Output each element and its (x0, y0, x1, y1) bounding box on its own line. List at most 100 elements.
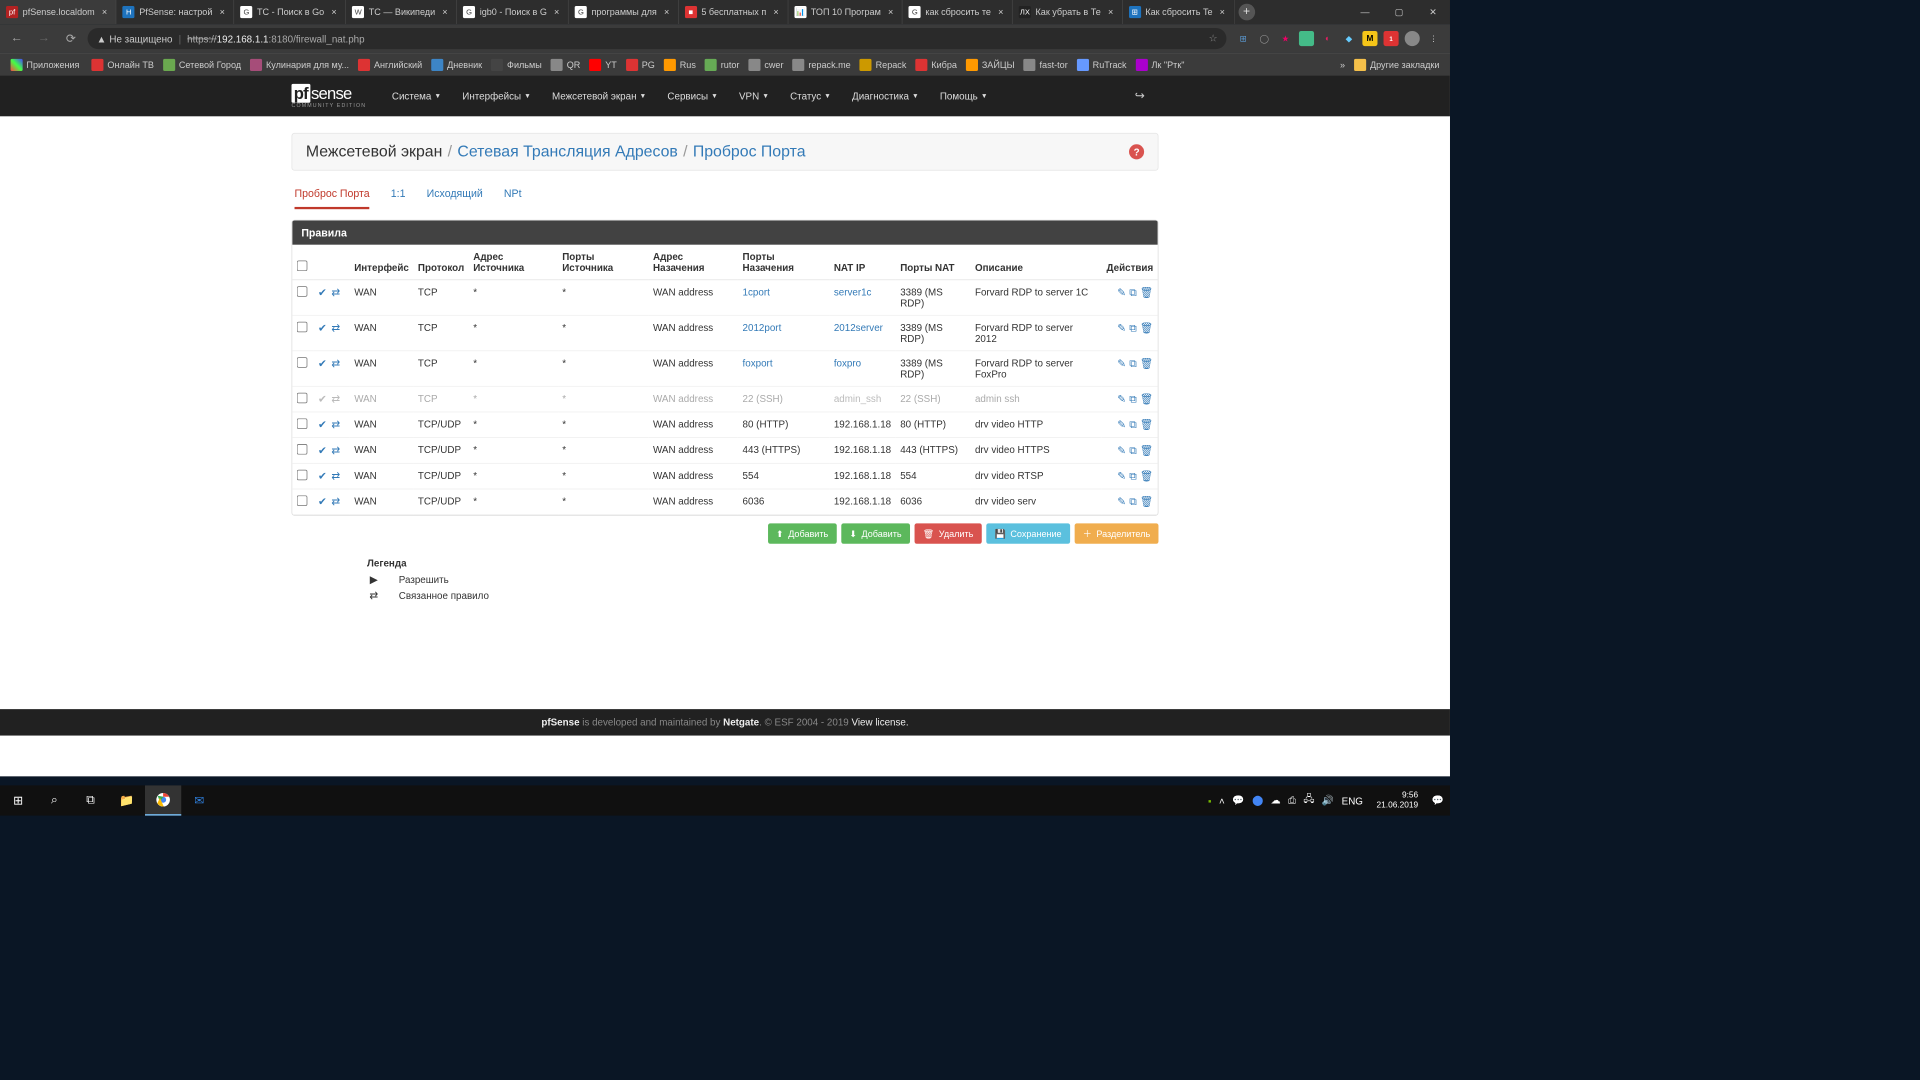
linked-rule-icon[interactable]: ⇄ (331, 286, 340, 299)
bookmark-item[interactable]: rutor (700, 56, 744, 73)
browser-tab[interactable]: Gпрограммы для× (569, 0, 679, 24)
check-icon[interactable]: ✔ (318, 357, 327, 370)
copy-icon[interactable]: ⧉ (1129, 470, 1137, 483)
linked-rule-icon[interactable]: ⇄ (331, 470, 340, 483)
ext-icon[interactable]: 1 (1384, 31, 1399, 46)
linked-rule-icon[interactable]: ⇄ (331, 357, 340, 370)
add-top-button[interactable]: ⬆ Добавить (768, 523, 837, 543)
check-icon[interactable]: ✔ (318, 444, 327, 457)
nav-item[interactable]: Статус ▼ (780, 76, 842, 117)
close-tab-icon[interactable]: × (885, 7, 896, 18)
separator-button[interactable]: ＋ Разделитель (1074, 523, 1158, 543)
check-icon[interactable]: ✔ (318, 286, 327, 299)
ext-icon[interactable]: ★ (1278, 31, 1293, 46)
delete-icon[interactable]: 🗑 (1140, 418, 1153, 431)
tray-volume-icon[interactable]: 🔊 (1322, 794, 1334, 806)
breadcrumb-link-nat[interactable]: Сетевая Трансляция Адресов (457, 143, 677, 161)
table-row[interactable]: ✔⇄ WAN TCP * * WAN address foxport foxpr… (292, 351, 1157, 386)
nav-item[interactable]: Система ▼ (381, 76, 451, 117)
nav-forward[interactable]: → (33, 28, 54, 49)
ext-icon[interactable]: ⊞ (1236, 31, 1251, 46)
ext-icon[interactable]: ◐ (1320, 31, 1335, 46)
nav-item[interactable]: Интерфейсы ▼ (452, 76, 542, 117)
bookmark-item[interactable]: fast-tor (1019, 56, 1072, 73)
delete-icon[interactable]: 🗑 (1140, 357, 1153, 370)
row-checkbox[interactable] (297, 357, 308, 368)
close-tab-icon[interactable]: × (99, 7, 110, 18)
window-minimize[interactable]: ― (1348, 0, 1382, 24)
nav-item[interactable]: Межсетевой экран ▼ (541, 76, 656, 117)
table-row[interactable]: ✔⇄ WAN TCP * * WAN address 2012port 2012… (292, 315, 1157, 350)
tray-icon[interactable]: ⎙ (1288, 794, 1296, 806)
close-tab-icon[interactable]: × (1105, 7, 1116, 18)
breadcrumb-link-portforward[interactable]: Проброс Порта (693, 143, 806, 161)
nav-item[interactable]: VPN ▼ (728, 76, 779, 117)
taskview-button[interactable]: ⧉ (72, 785, 108, 815)
close-tab-icon[interactable]: × (217, 7, 228, 18)
copy-icon[interactable]: ⧉ (1129, 495, 1137, 508)
outlook-icon[interactable]: ✉ (181, 785, 217, 815)
bookmark-item[interactable]: Лк "Ртк" (1131, 56, 1189, 73)
check-icon[interactable]: ✔ (318, 470, 327, 483)
menu-icon[interactable]: ⋮ (1426, 31, 1441, 46)
copy-icon[interactable]: ⧉ (1129, 286, 1137, 299)
table-row[interactable]: ✔⇄ WAN TCP/UDP * * WAN address 554 192.1… (292, 463, 1157, 489)
bookmark-item[interactable]: Кибра (911, 56, 962, 73)
browser-tab[interactable]: Gigb0 - Поиск в G× (457, 0, 569, 24)
copy-icon[interactable]: ⧉ (1129, 444, 1137, 457)
ext-icon[interactable]: M (1362, 31, 1377, 46)
close-tab-icon[interactable]: × (661, 7, 672, 18)
nav-item[interactable]: Сервисы ▼ (657, 76, 729, 117)
bookmark-item[interactable]: Кулинария для му... (246, 56, 354, 73)
browser-tab[interactable]: HPfSense: настрой× (117, 0, 235, 24)
linked-rule-icon[interactable]: ⇄ (331, 495, 340, 508)
delete-icon[interactable]: 🗑 (1140, 470, 1153, 483)
table-row[interactable]: ✔⇄ WAN TCP * * WAN address 1cport server… (292, 280, 1157, 315)
row-checkbox[interactable] (297, 444, 308, 455)
copy-icon[interactable]: ⧉ (1129, 322, 1137, 335)
subtab[interactable]: NPt (504, 187, 522, 209)
linked-rule-icon[interactable]: ⇄ (331, 393, 340, 406)
other-bookmarks[interactable]: Другие закладки (1350, 56, 1444, 73)
browser-tab[interactable]: 📊ТОП 10 Програм× (788, 0, 903, 24)
save-button[interactable]: 💾 Сохранение (986, 523, 1070, 543)
tray-icon[interactable]: ☁ (1271, 794, 1281, 806)
bookmark-item[interactable]: Фильмы (487, 56, 547, 73)
delete-icon[interactable]: 🗑 (1140, 495, 1153, 508)
nav-item[interactable]: Диагностика ▼ (841, 76, 929, 117)
bookmark-item[interactable]: PG (621, 56, 659, 73)
linked-rule-icon[interactable]: ⇄ (331, 418, 340, 431)
edit-icon[interactable]: ✎ (1117, 470, 1126, 483)
delete-button[interactable]: 🗑 Удалить (914, 523, 981, 543)
close-tab-icon[interactable]: × (551, 7, 562, 18)
edit-icon[interactable]: ✎ (1117, 495, 1126, 508)
edit-icon[interactable]: ✎ (1117, 286, 1126, 299)
tray-icon[interactable]: ▪ (1208, 795, 1211, 806)
ext-icon[interactable]: ◆ (1341, 31, 1356, 46)
tray-up-icon[interactable]: ˄ (1219, 795, 1225, 806)
select-all-checkbox[interactable] (297, 261, 308, 272)
close-tab-icon[interactable]: × (329, 7, 340, 18)
linked-rule-icon[interactable]: ⇄ (331, 444, 340, 457)
add-bottom-button[interactable]: ⬇ Добавить (841, 523, 910, 543)
browser-tab[interactable]: ЛХКак убрать в Те× (1013, 0, 1123, 24)
star-icon[interactable]: ☆ (1209, 32, 1218, 44)
bookmark-item[interactable]: ЗАЙЦЫ (961, 56, 1019, 73)
address-bar[interactable]: ▲ Не защищено | https://192.168.1.1:8180… (88, 28, 1227, 49)
edit-icon[interactable]: ✎ (1117, 444, 1126, 457)
subtab[interactable]: Исходящий (427, 187, 483, 209)
chrome-icon[interactable] (145, 785, 181, 815)
close-tab-icon[interactable]: × (995, 7, 1006, 18)
check-icon[interactable]: ✔ (318, 418, 327, 431)
tray-notifications-icon[interactable]: 💬 (1432, 794, 1444, 806)
browser-tab[interactable]: ■5 бесплатных п× (679, 0, 788, 24)
row-checkbox[interactable] (297, 495, 308, 506)
row-checkbox[interactable] (297, 393, 308, 404)
bookmark-item[interactable]: QR (546, 56, 585, 73)
nav-reload[interactable]: ⟳ (60, 28, 81, 49)
tray-clock[interactable]: 9:5621.06.2019 (1370, 791, 1424, 810)
edit-icon[interactable]: ✎ (1117, 322, 1126, 335)
ext-icon[interactable] (1299, 31, 1314, 46)
edit-icon[interactable]: ✎ (1117, 418, 1126, 431)
table-row[interactable]: ✔⇄ WAN TCP * * WAN address 22 (SSH) admi… (292, 386, 1157, 412)
